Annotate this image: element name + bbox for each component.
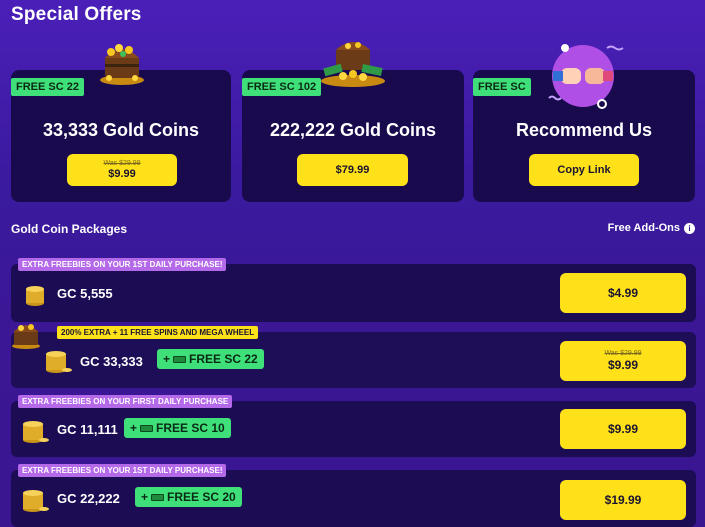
free-addons-label: Free Add-Ons xyxy=(607,222,680,234)
bonus-plus: + xyxy=(163,352,171,366)
offer-price: $79.99 xyxy=(335,164,370,176)
fist-bump-icon xyxy=(548,44,624,109)
package-buy-button[interactable]: $4.99 xyxy=(560,273,686,313)
package-buy-button[interactable]: $19.99 xyxy=(560,480,686,520)
package-gc-amount: GC 22,222 xyxy=(57,491,120,506)
bonus-badge: + FREE SC 10 xyxy=(124,418,231,438)
package-gc-amount: GC 11,111 xyxy=(57,422,118,437)
package-price: $9.99 xyxy=(607,422,639,436)
package-tag: 200% EXTRA + 11 FREE SPINS AND MEGA WHEE… xyxy=(57,326,259,339)
offer-card-gold-222222[interactable]: FREE SC 102 222,222 Gold Coins $79.99 xyxy=(242,42,464,202)
offer-buy-button[interactable]: $79.99 xyxy=(297,154,408,186)
offer-card-recommend[interactable]: FREE SC Recommend Us Copy Link xyxy=(473,44,695,202)
offer-name: 33,333 Gold Coins xyxy=(42,120,200,140)
treasure-chest-icon xyxy=(12,324,40,349)
cash-icon xyxy=(140,424,154,432)
bonus-label: FREE SC 22 xyxy=(189,352,258,366)
info-icon[interactable]: i xyxy=(684,222,695,234)
cash-icon xyxy=(151,493,165,501)
package-price: $4.99 xyxy=(607,286,639,300)
offer-price: $9.99 xyxy=(108,168,136,180)
offer-buy-button[interactable]: Was $29.99 $9.99 xyxy=(67,154,177,186)
package-price: $9.99 xyxy=(607,358,639,372)
free-addons-link[interactable]: Free Add-Ons i xyxy=(608,222,695,234)
offer-badge: FREE SC xyxy=(473,78,531,96)
was-price: Was $29.99 xyxy=(604,350,642,357)
offer-name: Recommend Us xyxy=(515,120,653,140)
gold-coins-icon xyxy=(46,351,72,373)
cash-icon xyxy=(173,355,187,363)
bonus-label: FREE SC 20 xyxy=(167,490,236,504)
bonus-badge: + FREE SC 20 xyxy=(135,487,242,507)
package-row[interactable]: EXTRA FREEBIES ON YOUR 1ST DAILY PURCHAS… xyxy=(11,258,696,322)
package-gc-amount: GC 33,333 xyxy=(80,354,143,369)
offer-badge: FREE SC 102 xyxy=(242,78,322,96)
packages-section-title: Gold Coin Packages xyxy=(11,222,128,236)
bonus-plus: + xyxy=(141,490,149,504)
package-buy-button[interactable]: $9.99 xyxy=(560,409,686,449)
offer-name: 222,222 Gold Coins xyxy=(269,120,437,140)
gold-coins-icon xyxy=(26,286,44,306)
offer-badge: FREE SC 22 xyxy=(11,78,84,96)
copy-link-button[interactable]: Copy Link xyxy=(529,154,639,186)
package-row[interactable]: 200% EXTRA + 11 FREE SPINS AND MEGA WHEE… xyxy=(11,324,696,388)
package-tag: EXTRA FREEBIES ON YOUR 1ST DAILY PURCHAS… xyxy=(18,464,227,477)
offer-card-gold-33333[interactable]: FREE SC 22 33,333 Gold Coins Was $29.99 … xyxy=(11,44,231,202)
package-buy-button[interactable]: Was $29.99 $9.99 xyxy=(560,341,686,381)
copy-link-label: Copy Link xyxy=(557,164,611,176)
bonus-plus: + xyxy=(130,421,138,435)
was-price: Was $29.99 xyxy=(103,160,141,167)
package-row[interactable]: EXTRA FREEBIES ON YOUR FIRST DAILY PURCH… xyxy=(11,395,696,457)
bonus-badge: + FREE SC 22 xyxy=(157,349,264,369)
treasure-pile-icon xyxy=(321,42,385,87)
treasure-chest-icon xyxy=(100,44,144,85)
package-tag: EXTRA FREEBIES ON YOUR FIRST DAILY PURCH… xyxy=(18,395,233,408)
gold-coins-icon xyxy=(23,421,49,443)
package-row[interactable]: EXTRA FREEBIES ON YOUR 1ST DAILY PURCHAS… xyxy=(11,464,696,527)
bonus-label: FREE SC 10 xyxy=(156,421,225,435)
package-price: $19.99 xyxy=(604,493,642,507)
package-gc-amount: GC 5,555 xyxy=(57,286,113,301)
package-tag: EXTRA FREEBIES ON YOUR 1ST DAILY PURCHAS… xyxy=(18,258,227,271)
page-title: Special Offers xyxy=(11,4,142,25)
gold-coins-icon xyxy=(23,490,49,512)
